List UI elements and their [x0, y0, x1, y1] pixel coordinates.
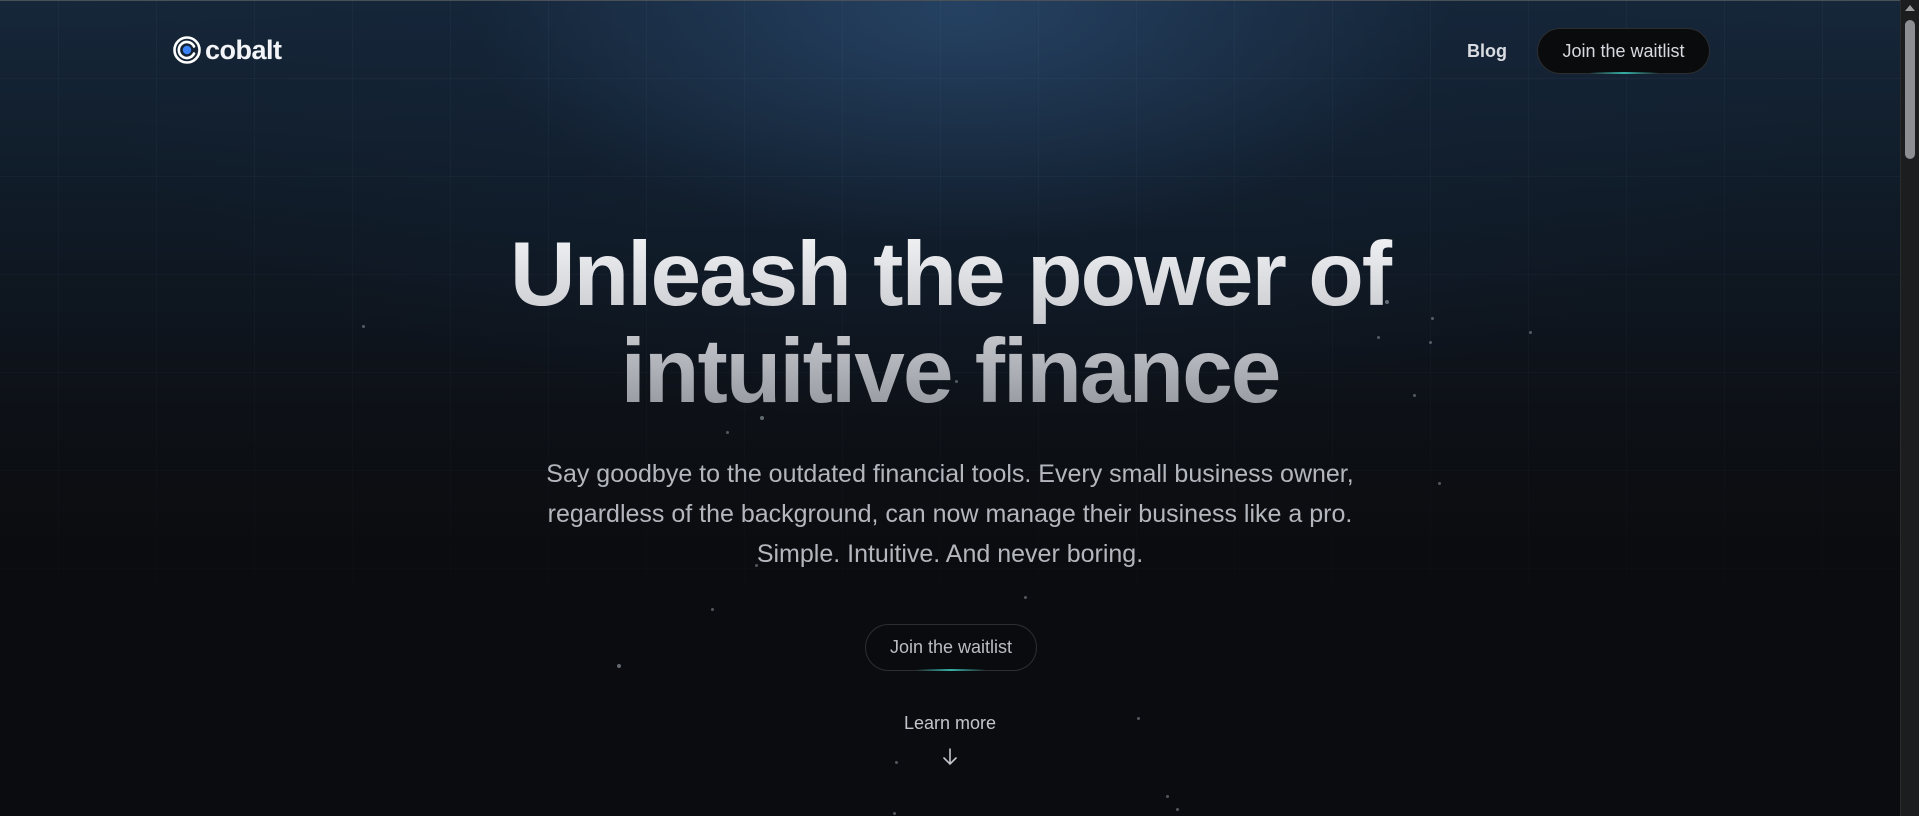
hero-subtitle: Say goodbye to the outdated financial to…: [490, 454, 1410, 574]
hero-subtitle-line1: Say goodbye to the outdated financial to…: [546, 460, 1354, 488]
logo[interactable]: cobalt: [172, 34, 282, 66]
header-join-waitlist-button[interactable]: Join the waitlist: [1537, 28, 1710, 74]
scroll-up-arrow-icon[interactable]: [1905, 5, 1915, 11]
star-particle: [1176, 808, 1179, 811]
button-glow: [1588, 72, 1659, 74]
star-particle: [1166, 795, 1169, 798]
scrollbar-thumb[interactable]: [1905, 20, 1915, 159]
hero-title: Unleash the power of intuitive finance: [0, 226, 1900, 420]
star-particle: [893, 812, 896, 815]
hero-join-waitlist-label: Join the waitlist: [889, 637, 1013, 657]
star-particle: [1137, 717, 1140, 720]
star-particle: [726, 431, 729, 434]
button-glow: [916, 669, 986, 671]
logo-text: cobalt: [205, 34, 282, 65]
nav-blog-link[interactable]: Blog: [1467, 41, 1507, 62]
header-join-waitlist-label: Join the waitlist: [1562, 40, 1685, 61]
page-scrollbar[interactable]: [1900, 0, 1919, 816]
hero-subtitle-line3: Simple. Intuitive. And never boring.: [756, 540, 1144, 568]
star-particle: [1024, 596, 1027, 599]
hero-title-line1: Unleash the power of: [509, 224, 1391, 325]
hero-join-waitlist-button[interactable]: Join the waitlist: [865, 624, 1037, 671]
top-nav: Blog Join the waitlist: [1467, 28, 1710, 74]
star-particle: [711, 608, 714, 611]
hero-title-line2: intuitive finance: [620, 321, 1280, 422]
hero-subtitle-line2: regardless of the background, can now ma…: [547, 500, 1353, 528]
cobalt-logo-icon: [173, 36, 201, 64]
landing-page: cobalt Blog Join the waitlist Unleash th…: [0, 0, 1900, 816]
star-particle: [617, 664, 621, 668]
star-particle: [1438, 482, 1441, 485]
star-particle: [895, 761, 898, 764]
learn-more-link[interactable]: Learn more: [850, 713, 1050, 734]
arrow-down-icon[interactable]: [940, 746, 960, 768]
